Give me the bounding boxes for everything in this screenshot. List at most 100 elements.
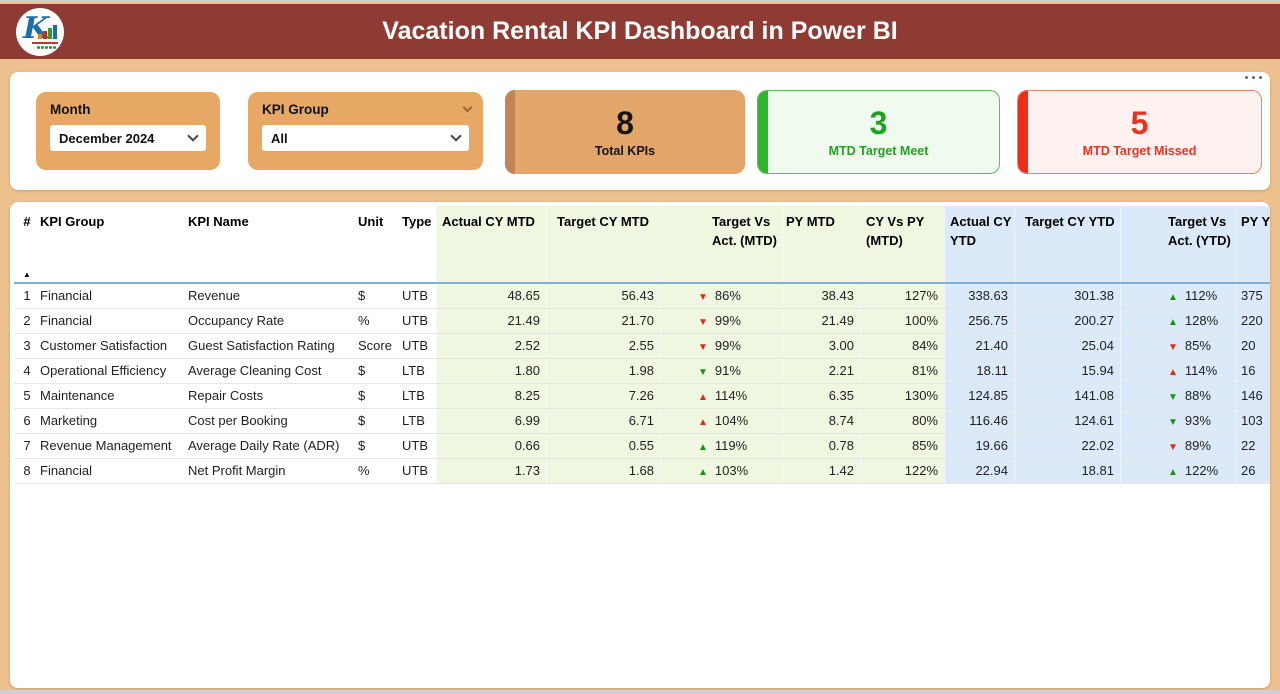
cell-target_mtd: 7.26 <box>546 384 660 408</box>
cell-target_mtd: 21.70 <box>546 309 660 333</box>
percent-value: 103% <box>715 463 748 478</box>
month-slicer-label: Month <box>50 102 206 117</box>
cell-target_mtd: 2.55 <box>546 334 660 358</box>
cell-py_mtd: 6.35 <box>782 384 860 408</box>
cell-unit: Score <box>350 334 396 358</box>
column-header-actual_mtd[interactable]: Actual CY MTD <box>436 206 546 282</box>
cell-tva_ytd: ▲128% <box>1120 309 1235 333</box>
bar-chart-icon <box>38 25 57 39</box>
cell-num: 8 <box>14 459 40 483</box>
cell-actual_ytd: 19.66 <box>944 434 1014 458</box>
page-title: Vacation Rental KPI Dashboard in Power B… <box>0 4 1280 59</box>
kpi-group-slicer: KPI Group All <box>248 92 483 170</box>
percent-value: 119% <box>715 438 747 453</box>
cell-tva_ytd: ▲112% <box>1120 284 1235 308</box>
column-header-name[interactable]: KPI Name <box>188 206 350 282</box>
cell-target_ytd: 22.02 <box>1014 434 1120 458</box>
column-header-py_ytd[interactable]: PY YTD <box>1235 206 1270 282</box>
cell-name: Guest Satisfaction Rating <box>188 334 350 358</box>
table-row[interactable]: 8FinancialNet Profit Margin%UTB1.731.68▲… <box>14 459 1270 484</box>
percent-value: 89% <box>1185 438 1211 453</box>
chevron-down-icon <box>450 130 461 141</box>
column-header-cy_vs_py_mtd[interactable]: CY Vs PY (MTD) <box>860 206 944 282</box>
cell-name: Average Cleaning Cost <box>188 359 350 383</box>
table-row[interactable]: 3Customer SatisfactionGuest Satisfaction… <box>14 334 1270 359</box>
column-header-group[interactable]: KPI Group <box>40 206 188 282</box>
cell-tva_mtd: ▲114% <box>660 384 782 408</box>
cell-group: Operational Efficiency <box>40 359 188 383</box>
total-kpis-value: 8 <box>616 106 634 141</box>
cell-py_mtd: 38.43 <box>782 284 860 308</box>
table-row[interactable]: 7Revenue ManagementAverage Daily Rate (A… <box>14 434 1270 459</box>
cell-py_mtd: 2.21 <box>782 359 860 383</box>
column-header-unit[interactable]: Unit <box>350 206 396 282</box>
month-selected-value: December 2024 <box>59 131 154 146</box>
cell-tva_mtd: ▼86% <box>660 284 782 308</box>
cell-actual_mtd: 2.52 <box>436 334 546 358</box>
kpi-group-select[interactable]: All <box>262 125 469 151</box>
table-row[interactable]: 5MaintenanceRepair Costs$LTB8.257.26▲114… <box>14 384 1270 409</box>
column-header-tva_ytd[interactable]: Target Vs Act. (YTD) <box>1120 206 1235 282</box>
cell-unit: $ <box>350 284 396 308</box>
cell-tva_mtd: ▲103% <box>660 459 782 483</box>
cell-actual_ytd: 22.94 <box>944 459 1014 483</box>
cell-type: UTB <box>396 334 436 358</box>
column-header-target_mtd[interactable]: Target CY MTD <box>546 206 660 282</box>
percent-value: 122% <box>1185 463 1218 478</box>
table-row[interactable]: 1FinancialRevenue$UTB48.6556.43▼86%38.43… <box>14 284 1270 309</box>
cell-py_mtd: 1.42 <box>782 459 860 483</box>
cell-target_mtd: 1.68 <box>546 459 660 483</box>
kpi-group-selected-value: All <box>271 131 288 146</box>
column-header-tva_mtd[interactable]: Target Vs Act. (MTD) <box>660 206 782 282</box>
table-row[interactable]: 4Operational EfficiencyAverage Cleaning … <box>14 359 1270 384</box>
percent-value: 86% <box>715 288 741 303</box>
table-row[interactable]: 2FinancialOccupancy Rate%UTB21.4921.70▼9… <box>14 309 1270 334</box>
card-accent-bar <box>758 91 768 173</box>
table-header-row: #▲KPI GroupKPI NameUnitTypeActual CY MTD… <box>14 206 1270 284</box>
cell-name: Repair Costs <box>188 384 350 408</box>
trend-down-icon: ▼ <box>1168 436 1178 459</box>
trend-down-icon: ▼ <box>698 311 708 334</box>
cell-cy_vs_py_mtd: 85% <box>860 434 944 458</box>
cell-tva_ytd: ▼ 89% <box>1120 434 1235 458</box>
percent-value: 88% <box>1185 388 1211 403</box>
filters-panel: Month December 2024 KPI Group All 8 Tota… <box>10 72 1270 190</box>
app-header: K Vacation Rental KPI Dashboard in Power… <box>0 4 1280 59</box>
percent-value: 112% <box>1185 288 1217 303</box>
cell-group: Customer Satisfaction <box>40 334 188 358</box>
cell-type: UTB <box>396 309 436 333</box>
cell-group: Maintenance <box>40 384 188 408</box>
total-kpis-card[interactable]: 8 Total KPIs <box>505 90 745 174</box>
table-row[interactable]: 6MarketingCost per Booking$LTB6.996.71▲1… <box>14 409 1270 434</box>
cell-target_ytd: 15.94 <box>1014 359 1120 383</box>
mtd-target-meet-card[interactable]: 3 MTD Target Meet <box>757 90 1000 174</box>
cell-tva_mtd: ▼99% <box>660 309 782 333</box>
cell-tva_ytd: ▲114% <box>1120 359 1235 383</box>
column-header-target_ytd[interactable]: Target CY YTD <box>1014 206 1120 282</box>
cell-num: 2 <box>14 309 40 333</box>
cell-cy_vs_py_mtd: 130% <box>860 384 944 408</box>
mtd-target-missed-card[interactable]: 5 MTD Target Missed <box>1017 90 1262 174</box>
cell-unit: $ <box>350 434 396 458</box>
cell-target_mtd: 0.55 <box>546 434 660 458</box>
column-header-type[interactable]: Type <box>396 206 436 282</box>
cell-cy_vs_py_mtd: 127% <box>860 284 944 308</box>
column-header-py_mtd[interactable]: PY MTD <box>782 206 860 282</box>
mtd-target-missed-value: 5 <box>1131 106 1149 141</box>
cell-py_ytd: 375 <box>1235 284 1270 308</box>
column-header-actual_ytd[interactable]: Actual CY YTD <box>944 206 1014 282</box>
cell-py_ytd: 220 <box>1235 309 1270 333</box>
cell-type: LTB <box>396 384 436 408</box>
kpi-table: #▲KPI GroupKPI NameUnitTypeActual CY MTD… <box>10 202 1270 688</box>
percent-value: 91% <box>715 363 741 378</box>
cell-num: 3 <box>14 334 40 358</box>
more-options-icon[interactable] <box>1245 76 1262 79</box>
cell-cy_vs_py_mtd: 80% <box>860 409 944 433</box>
cell-tva_mtd: ▼91% <box>660 359 782 383</box>
month-select[interactable]: December 2024 <box>50 125 206 151</box>
percent-value: 114% <box>715 388 747 403</box>
cell-actual_mtd: 6.99 <box>436 409 546 433</box>
column-header-num[interactable]: #▲ <box>14 206 40 282</box>
cell-unit: $ <box>350 359 396 383</box>
cell-target_ytd: 301.38 <box>1014 284 1120 308</box>
